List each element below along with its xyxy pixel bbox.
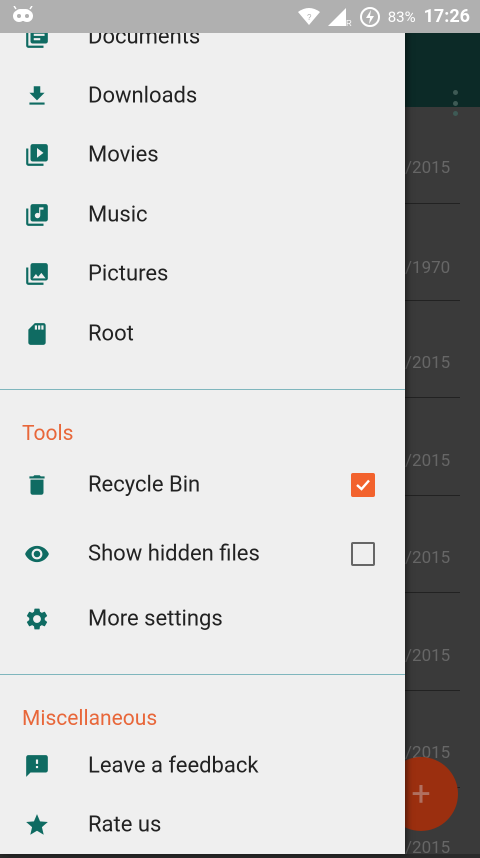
drawer-item-root[interactable]: Root — [0, 305, 405, 363]
drawer-item-label: Leave a feedback — [88, 753, 259, 779]
row-divider — [405, 300, 460, 301]
show-hidden-files-checkbox[interactable] — [351, 542, 375, 566]
svg-text:?: ? — [307, 13, 312, 22]
row-divider — [405, 690, 460, 691]
file-date: /2015 — [405, 451, 451, 471]
status-bar: ? R 83% 17:26 — [0, 0, 480, 33]
drawer-item-label: Pictures — [88, 261, 169, 287]
drawer-item-label: Movies — [88, 142, 159, 168]
drawer-item-label: Downloads — [88, 83, 198, 109]
drawer-item-leave-feedback[interactable]: Leave a feedback — [0, 737, 405, 795]
drawer-item-movies[interactable]: Movies — [0, 126, 405, 184]
file-date: /1970 — [405, 258, 451, 278]
row-divider — [405, 592, 460, 593]
row-divider — [405, 203, 460, 204]
trash-icon — [29, 475, 45, 495]
download-icon — [29, 86, 45, 105]
drawer-item-music[interactable]: Music — [0, 186, 405, 244]
music-icon — [26, 204, 48, 226]
sd-card-icon — [28, 323, 46, 345]
section-divider — [0, 674, 405, 675]
drawer-item-label: More settings — [88, 606, 223, 632]
gear-icon — [26, 608, 48, 630]
drawer-item-more-settings[interactable]: More settings — [0, 590, 405, 648]
drawer-item-label: Recycle Bin — [88, 472, 201, 498]
row-divider — [405, 495, 460, 496]
clock: 17:26 — [423, 6, 470, 27]
section-header-miscellaneous: Miscellaneous — [22, 707, 158, 731]
file-date: /2015 — [405, 548, 451, 568]
svg-text:R: R — [346, 19, 352, 26]
recycle-bin-checkbox[interactable] — [351, 473, 375, 497]
section-header-tools: Tools — [22, 422, 74, 446]
file-date: /2015 — [405, 158, 451, 178]
drawer-item-pictures[interactable]: Pictures — [0, 245, 405, 303]
signal-icon: R — [327, 7, 352, 26]
row-divider — [405, 397, 460, 398]
file-date: /2015 — [405, 646, 451, 666]
drawer-item-downloads[interactable]: Downloads — [0, 67, 405, 125]
android-notification-icon — [13, 6, 33, 22]
feedback-icon — [26, 755, 48, 777]
section-divider — [0, 389, 405, 390]
drawer-item-label: Show hidden files — [88, 541, 260, 567]
drawer-item-show-hidden-files[interactable]: Show hidden files — [0, 525, 405, 583]
file-date: /2015 — [405, 353, 451, 373]
checkmark-icon — [356, 479, 370, 491]
eye-icon — [25, 545, 49, 563]
drawer-item-label: Root — [88, 321, 134, 347]
drawer-item-rate-us[interactable]: Rate us — [0, 796, 405, 854]
pictures-icon — [26, 263, 48, 285]
battery-charging-icon — [359, 6, 380, 27]
wifi-icon: ? — [297, 7, 320, 25]
battery-percentage: 83% — [387, 7, 416, 26]
star-icon — [26, 814, 48, 835]
plus-icon: + — [411, 774, 431, 814]
file-date: /2015 — [405, 838, 451, 858]
drawer-item-recycle-bin[interactable]: Recycle Bin — [0, 456, 405, 514]
more-options-icon[interactable] — [452, 90, 458, 116]
drawer-item-label: Music — [88, 202, 148, 228]
navigation-drawer: Documents Downloads Movies Music Picture… — [0, 0, 405, 854]
movies-icon — [26, 144, 48, 166]
drawer-item-label: Rate us — [88, 812, 162, 838]
